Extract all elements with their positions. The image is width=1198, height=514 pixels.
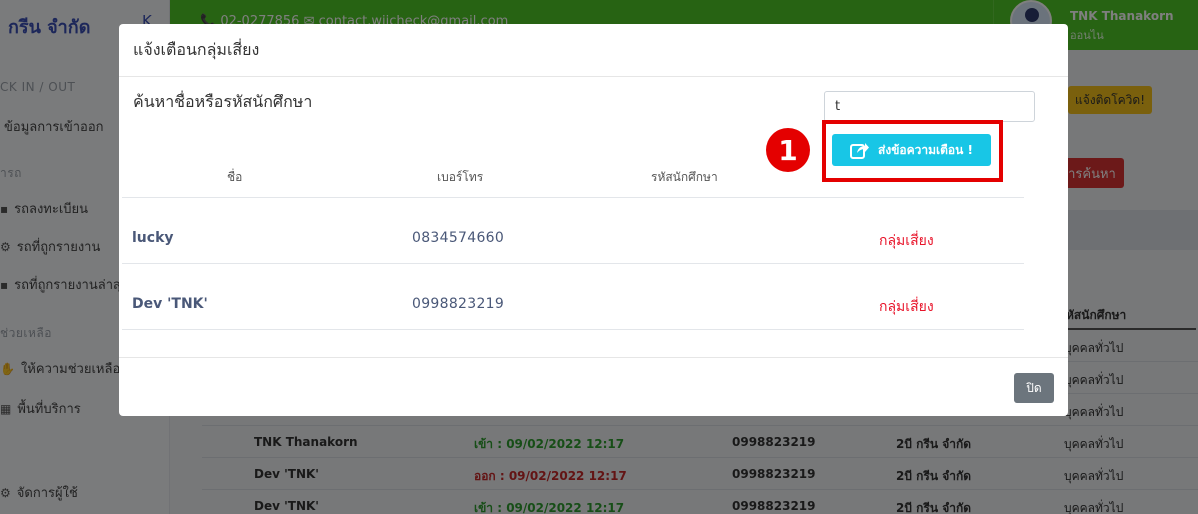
row-status-badge: กลุ่มเสี่ยง (879, 299, 934, 315)
share-icon (850, 141, 870, 159)
send-alert-label: ส่งข้อความเตือน ! (878, 142, 973, 157)
column-header-name: ชื่อ (227, 170, 243, 184)
risk-group-alert-modal: แจ้งเตือนกลุ่มเสี่ยง ค้นหาชื่อหรือรหัสนั… (119, 24, 1068, 416)
row-phone: 0998823219 (412, 296, 505, 312)
column-header-phone: เบอร์โทร (437, 170, 484, 184)
send-alert-button[interactable]: ส่งข้อความเตือน ! (832, 134, 991, 166)
step-marker: 1 (766, 128, 810, 172)
row-phone: 0834574660 (412, 230, 505, 246)
search-label: ค้นหาชื่อหรือรหัสนักศึกษา (133, 92, 313, 111)
row-name: Dev 'TNK' (132, 296, 208, 312)
column-header-student-id: รหัสนักศึกษา (651, 170, 718, 184)
close-button[interactable]: ปิด (1014, 373, 1054, 403)
row-status-badge: กลุ่มเสี่ยง (879, 233, 934, 249)
modal-title: แจ้งเตือนกลุ่มเสี่ยง (133, 40, 260, 59)
search-input[interactable] (824, 91, 1035, 122)
row-name: lucky (132, 230, 174, 246)
